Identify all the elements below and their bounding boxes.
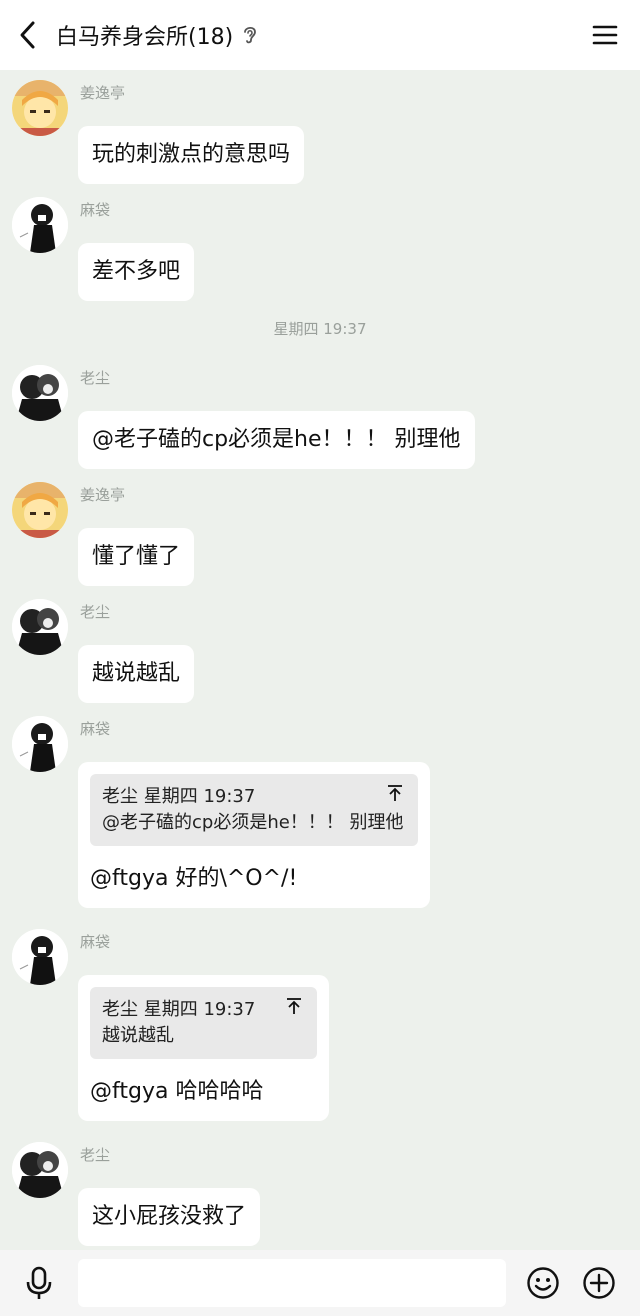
avatar[interactable] xyxy=(12,482,68,538)
message-text: 这小屁孩没救了 xyxy=(92,1204,247,1229)
avatar[interactable] xyxy=(12,716,68,772)
message-text: 懂了懂了 xyxy=(92,544,181,569)
message-bubble[interactable]: 懂了懂了 xyxy=(78,528,195,586)
sender-name: 老尘 xyxy=(80,1146,111,1164)
message-bubble[interactable]: 越说越乱 xyxy=(78,645,195,703)
more-button[interactable] xyxy=(582,1266,616,1300)
sender-name: 麻袋 xyxy=(80,720,111,738)
chat-message-list[interactable]: 姜逸亭 玩的刺激点的意思吗 麻袋 差不多吧 星期四 19:37 老尘 @老子磕的… xyxy=(0,70,640,1250)
message-text: 玩的刺激点的意思吗 xyxy=(92,142,291,167)
ear-icon xyxy=(241,24,259,46)
avatar[interactable] xyxy=(12,599,68,655)
message-bubble[interactable]: @老子磕的cp必须是he！！！ 别理他 xyxy=(78,411,475,469)
input-bar xyxy=(0,1250,640,1316)
quoted-message[interactable]: 老尘 星期四 19:37 @老子磕的cp必须是he！！！ 别理他 xyxy=(90,774,418,846)
voice-button[interactable] xyxy=(0,1250,78,1316)
microphone-icon xyxy=(26,1266,52,1299)
time-separator: 星期四 19:37 xyxy=(273,320,367,338)
page-title: 白马养身会所(18) xyxy=(56,25,234,50)
message-text: @老子磕的cp必须是he！！！ 别理他 xyxy=(92,427,461,452)
chat-header: 白马养身会所(18) xyxy=(0,0,640,70)
message-text: @ftgya 哈哈哈哈 xyxy=(90,1079,264,1104)
smiley-icon xyxy=(527,1267,559,1299)
emoji-button[interactable] xyxy=(526,1266,560,1300)
avatar[interactable] xyxy=(12,929,68,985)
message-text: 越说越乱 xyxy=(92,661,181,686)
jump-to-top-icon[interactable] xyxy=(285,997,303,1023)
avatar[interactable] xyxy=(12,80,68,136)
plus-circle-icon xyxy=(583,1267,615,1299)
menu-button[interactable] xyxy=(592,22,618,48)
jump-to-top-icon[interactable] xyxy=(386,784,404,810)
message-text: 差不多吧 xyxy=(92,259,181,284)
sender-name: 姜逸亭 xyxy=(80,84,126,102)
quote-text: @老子磕的cp必须是he！！！ 别理他 xyxy=(102,812,404,833)
avatar[interactable] xyxy=(12,197,68,253)
menu-icon xyxy=(592,25,618,45)
quote-header: 老尘 星期四 19:37 xyxy=(102,999,256,1020)
sender-name: 姜逸亭 xyxy=(80,486,126,504)
message-bubble[interactable]: 老尘 星期四 19:37 @老子磕的cp必须是he！！！ 别理他 @ftgya … xyxy=(78,762,430,908)
avatar[interactable] xyxy=(12,365,68,421)
chevron-left-icon xyxy=(20,21,35,49)
quote-text: 越说越乱 xyxy=(102,1025,174,1046)
message-text: @ftgya 好的\^O^/! xyxy=(90,866,298,891)
message-bubble[interactable]: 玩的刺激点的意思吗 xyxy=(78,126,305,184)
quote-header: 老尘 星期四 19:37 xyxy=(102,786,256,807)
back-button[interactable] xyxy=(0,0,56,70)
message-bubble[interactable]: 差不多吧 xyxy=(78,243,195,301)
sender-name: 麻袋 xyxy=(80,201,111,219)
message-bubble[interactable]: 这小屁孩没救了 xyxy=(78,1188,261,1246)
quoted-message[interactable]: 老尘 星期四 19:37 越说越乱 xyxy=(90,987,318,1059)
sender-name: 老尘 xyxy=(80,603,111,621)
sender-name: 麻袋 xyxy=(80,933,111,951)
avatar[interactable] xyxy=(12,1142,68,1198)
message-bubble[interactable]: 老尘 星期四 19:37 越说越乱 @ftgya 哈哈哈哈 xyxy=(78,975,330,1121)
sender-name: 老尘 xyxy=(80,369,111,387)
message-input[interactable] xyxy=(78,1259,506,1307)
